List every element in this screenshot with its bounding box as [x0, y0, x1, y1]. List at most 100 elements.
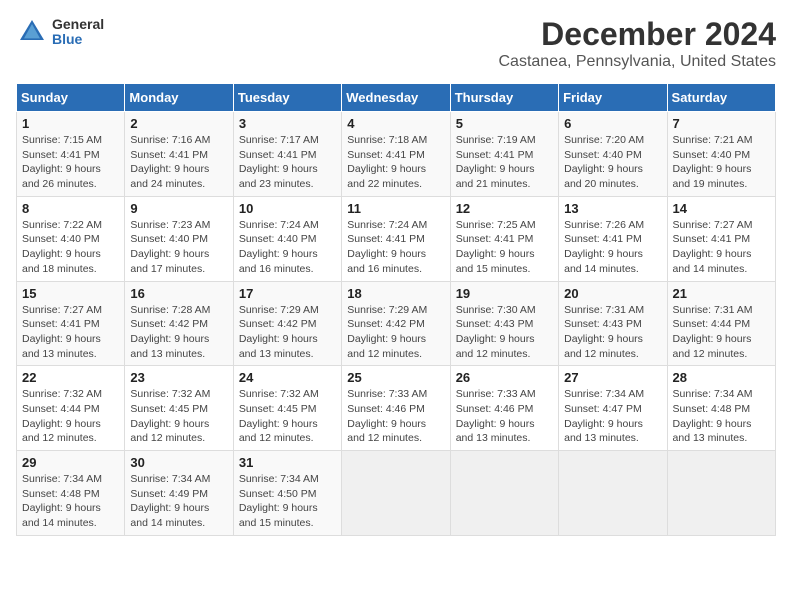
- daylight-minutes: and 20 minutes.: [564, 178, 639, 190]
- sunrise-label: Sunrise: 7:25 AM: [456, 219, 536, 231]
- daylight-label: Daylight: 9 hours: [456, 163, 535, 175]
- day-of-week-sunday: Sunday: [17, 84, 125, 112]
- calendar-cell: [667, 451, 775, 536]
- daylight-label: Daylight: 9 hours: [564, 333, 643, 345]
- sunrise-label: Sunrise: 7:31 AM: [673, 304, 753, 316]
- day-number: 7: [673, 116, 770, 131]
- day-of-week-wednesday: Wednesday: [342, 84, 450, 112]
- daylight-minutes: and 13 minutes.: [673, 432, 748, 444]
- day-detail: Sunrise: 7:16 AM Sunset: 4:41 PM Dayligh…: [130, 133, 227, 192]
- logo-general-text: General: [52, 17, 104, 32]
- calendar-cell: 11 Sunrise: 7:24 AM Sunset: 4:41 PM Dayl…: [342, 196, 450, 281]
- daylight-minutes: and 12 minutes.: [22, 432, 97, 444]
- daylight-minutes: and 14 minutes.: [22, 517, 97, 529]
- day-detail: Sunrise: 7:33 AM Sunset: 4:46 PM Dayligh…: [456, 387, 553, 446]
- calendar-cell: 16 Sunrise: 7:28 AM Sunset: 4:42 PM Dayl…: [125, 281, 233, 366]
- calendar-cell: 27 Sunrise: 7:34 AM Sunset: 4:47 PM Dayl…: [559, 366, 667, 451]
- day-detail: Sunrise: 7:26 AM Sunset: 4:41 PM Dayligh…: [564, 218, 661, 277]
- daylight-minutes: and 12 minutes.: [347, 348, 422, 360]
- day-detail: Sunrise: 7:18 AM Sunset: 4:41 PM Dayligh…: [347, 133, 444, 192]
- sunrise-label: Sunrise: 7:34 AM: [22, 473, 102, 485]
- sunset-label: Sunset: 4:40 PM: [22, 233, 100, 245]
- daylight-label: Daylight: 9 hours: [239, 248, 318, 260]
- sunrise-label: Sunrise: 7:29 AM: [347, 304, 427, 316]
- calendar-cell: 31 Sunrise: 7:34 AM Sunset: 4:50 PM Dayl…: [233, 451, 341, 536]
- sunset-label: Sunset: 4:41 PM: [347, 233, 425, 245]
- logo: General Blue: [16, 16, 104, 48]
- sunrise-label: Sunrise: 7:19 AM: [456, 134, 536, 146]
- day-detail: Sunrise: 7:27 AM Sunset: 4:41 PM Dayligh…: [673, 218, 770, 277]
- day-detail: Sunrise: 7:22 AM Sunset: 4:40 PM Dayligh…: [22, 218, 119, 277]
- sunset-label: Sunset: 4:42 PM: [347, 318, 425, 330]
- day-detail: Sunrise: 7:17 AM Sunset: 4:41 PM Dayligh…: [239, 133, 336, 192]
- day-detail: Sunrise: 7:32 AM Sunset: 4:45 PM Dayligh…: [239, 387, 336, 446]
- logo-text: General Blue: [52, 17, 104, 48]
- day-number: 9: [130, 201, 227, 216]
- day-number: 16: [130, 286, 227, 301]
- sunset-label: Sunset: 4:43 PM: [564, 318, 642, 330]
- sunset-label: Sunset: 4:49 PM: [130, 488, 208, 500]
- sunrise-label: Sunrise: 7:28 AM: [130, 304, 210, 316]
- sunrise-label: Sunrise: 7:30 AM: [456, 304, 536, 316]
- sunrise-label: Sunrise: 7:34 AM: [130, 473, 210, 485]
- daylight-minutes: and 17 minutes.: [130, 263, 205, 275]
- logo-blue-text: Blue: [52, 32, 104, 47]
- sunset-label: Sunset: 4:40 PM: [130, 233, 208, 245]
- daylight-minutes: and 12 minutes.: [347, 432, 422, 444]
- calendar-week-3: 15 Sunrise: 7:27 AM Sunset: 4:41 PM Dayl…: [17, 281, 776, 366]
- daylight-minutes: and 16 minutes.: [347, 263, 422, 275]
- daylight-label: Daylight: 9 hours: [22, 163, 101, 175]
- sunset-label: Sunset: 4:41 PM: [673, 233, 751, 245]
- sunset-label: Sunset: 4:45 PM: [239, 403, 317, 415]
- sunrise-label: Sunrise: 7:32 AM: [22, 388, 102, 400]
- day-number: 10: [239, 201, 336, 216]
- day-number: 13: [564, 201, 661, 216]
- daylight-label: Daylight: 9 hours: [347, 163, 426, 175]
- daylight-label: Daylight: 9 hours: [130, 248, 209, 260]
- calendar-week-4: 22 Sunrise: 7:32 AM Sunset: 4:44 PM Dayl…: [17, 366, 776, 451]
- calendar-cell: 4 Sunrise: 7:18 AM Sunset: 4:41 PM Dayli…: [342, 112, 450, 197]
- day-number: 11: [347, 201, 444, 216]
- sunrise-label: Sunrise: 7:34 AM: [673, 388, 753, 400]
- daylight-minutes: and 13 minutes.: [22, 348, 97, 360]
- page-title: December 2024: [499, 16, 777, 53]
- calendar-cell: 28 Sunrise: 7:34 AM Sunset: 4:48 PM Dayl…: [667, 366, 775, 451]
- daylight-label: Daylight: 9 hours: [456, 248, 535, 260]
- daylight-label: Daylight: 9 hours: [239, 333, 318, 345]
- day-detail: Sunrise: 7:32 AM Sunset: 4:44 PM Dayligh…: [22, 387, 119, 446]
- sunrise-label: Sunrise: 7:18 AM: [347, 134, 427, 146]
- day-detail: Sunrise: 7:30 AM Sunset: 4:43 PM Dayligh…: [456, 303, 553, 362]
- day-number: 21: [673, 286, 770, 301]
- day-number: 1: [22, 116, 119, 131]
- day-number: 31: [239, 455, 336, 470]
- day-detail: Sunrise: 7:20 AM Sunset: 4:40 PM Dayligh…: [564, 133, 661, 192]
- calendar-cell: 8 Sunrise: 7:22 AM Sunset: 4:40 PM Dayli…: [17, 196, 125, 281]
- sunset-label: Sunset: 4:41 PM: [22, 149, 100, 161]
- sunrise-label: Sunrise: 7:34 AM: [239, 473, 319, 485]
- daylight-minutes: and 21 minutes.: [456, 178, 531, 190]
- daylight-label: Daylight: 9 hours: [130, 502, 209, 514]
- sunrise-label: Sunrise: 7:32 AM: [239, 388, 319, 400]
- daylight-label: Daylight: 9 hours: [673, 333, 752, 345]
- calendar-cell: 18 Sunrise: 7:29 AM Sunset: 4:42 PM Dayl…: [342, 281, 450, 366]
- calendar-week-5: 29 Sunrise: 7:34 AM Sunset: 4:48 PM Dayl…: [17, 451, 776, 536]
- day-detail: Sunrise: 7:25 AM Sunset: 4:41 PM Dayligh…: [456, 218, 553, 277]
- sunrise-label: Sunrise: 7:26 AM: [564, 219, 644, 231]
- calendar-cell: 15 Sunrise: 7:27 AM Sunset: 4:41 PM Dayl…: [17, 281, 125, 366]
- calendar-week-2: 8 Sunrise: 7:22 AM Sunset: 4:40 PM Dayli…: [17, 196, 776, 281]
- day-number: 4: [347, 116, 444, 131]
- day-number: 22: [22, 370, 119, 385]
- day-number: 25: [347, 370, 444, 385]
- day-of-week-monday: Monday: [125, 84, 233, 112]
- day-detail: Sunrise: 7:24 AM Sunset: 4:41 PM Dayligh…: [347, 218, 444, 277]
- day-detail: Sunrise: 7:32 AM Sunset: 4:45 PM Dayligh…: [130, 387, 227, 446]
- sunset-label: Sunset: 4:48 PM: [673, 403, 751, 415]
- day-number: 14: [673, 201, 770, 216]
- sunrise-label: Sunrise: 7:20 AM: [564, 134, 644, 146]
- daylight-label: Daylight: 9 hours: [673, 163, 752, 175]
- daylight-label: Daylight: 9 hours: [239, 418, 318, 430]
- page-header: General Blue December 2024 Castanea, Pen…: [16, 16, 776, 71]
- daylight-label: Daylight: 9 hours: [130, 163, 209, 175]
- sunset-label: Sunset: 4:42 PM: [239, 318, 317, 330]
- day-detail: Sunrise: 7:34 AM Sunset: 4:48 PM Dayligh…: [22, 472, 119, 531]
